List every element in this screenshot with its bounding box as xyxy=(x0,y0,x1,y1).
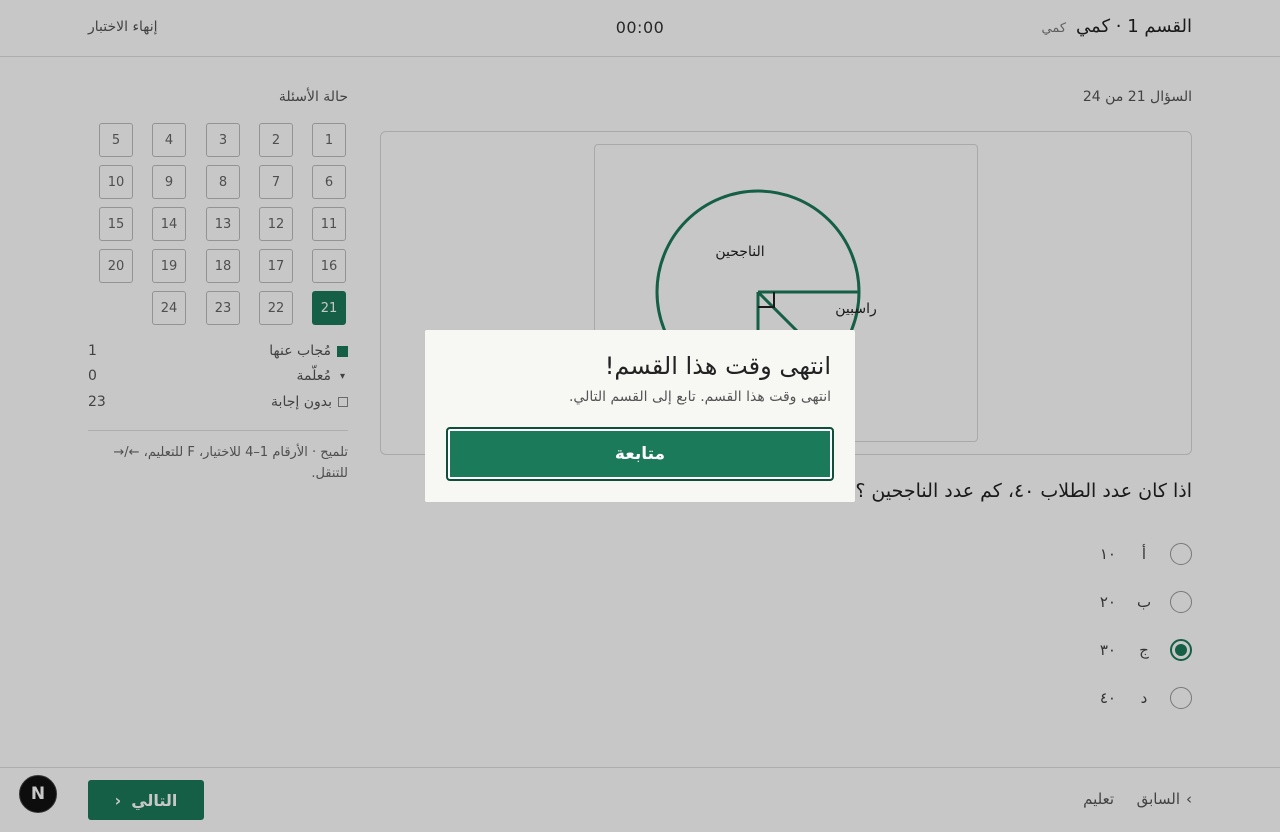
continue-button[interactable]: متابعة xyxy=(446,427,834,481)
dialog-title: انتهى وقت هذا القسم! xyxy=(604,352,831,380)
time-up-dialog: انتهى وقت هذا القسم! انتهى وقت هذا القسم… xyxy=(425,330,855,502)
dialog-message: انتهى وقت هذا القسم. تابع إلى القسم التا… xyxy=(568,389,831,405)
